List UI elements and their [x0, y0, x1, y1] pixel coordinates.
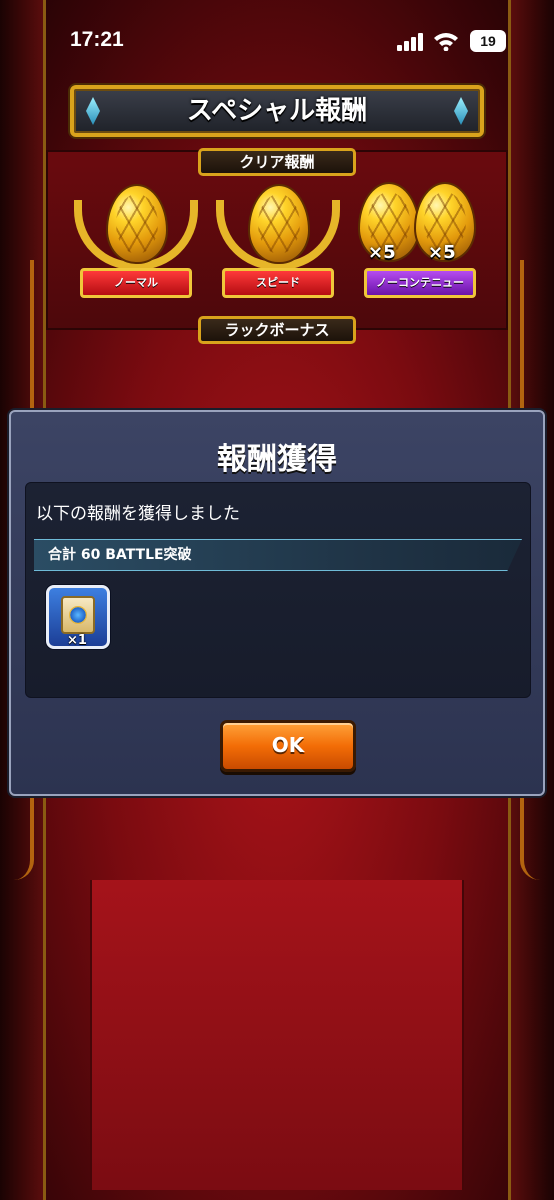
modal-body: 以下の報酬を獲得しました 合計 60 BATTLE突破 ×1	[25, 482, 531, 698]
gem-icon	[454, 97, 468, 125]
page-title-banner: スペシャル報酬	[70, 85, 484, 137]
lower-panel-background	[90, 880, 464, 1190]
page-title: スペシャル報酬	[186, 96, 368, 126]
reward-no-continue: ×5 ×5 ノーコンテニュー	[356, 180, 484, 310]
reward-normal: ノーマル	[72, 180, 200, 310]
battery-indicator: 19	[470, 30, 506, 52]
reward-multiplier: ×5	[368, 242, 396, 263]
status-time: 17:21	[70, 28, 124, 51]
reward-label: ノーマル	[80, 268, 192, 298]
wifi-icon	[433, 31, 459, 55]
clear-reward-label: クリア報酬	[198, 148, 356, 176]
modal-title: 報酬獲得	[217, 442, 337, 477]
gem-icon	[86, 97, 100, 125]
reward-label: ノーコンテニュー	[364, 268, 476, 298]
status-bar: 17:21 19	[0, 0, 554, 84]
scroll-icon	[61, 596, 95, 634]
item-count: ×1	[67, 633, 87, 648]
reward-label: スピード	[222, 268, 334, 298]
ok-button[interactable]: OK	[220, 720, 356, 772]
battle-milestone-bar: 合計 60 BATTLE突破	[34, 539, 522, 571]
scroll-item-icon[interactable]: ×1	[46, 585, 110, 649]
signal-icon	[397, 33, 425, 55]
reward-multiplier: ×5	[428, 242, 456, 263]
luck-bonus-label: ラックボーナス	[198, 316, 356, 344]
modal-message: 以下の報酬を獲得しました	[36, 504, 240, 524]
egg-icon	[248, 184, 310, 264]
reward-speed: スピード	[214, 180, 342, 310]
reward-modal: 報酬獲得 以下の報酬を獲得しました 合計 60 BATTLE突破 ×1 OK	[9, 410, 545, 796]
egg-icon	[106, 184, 168, 264]
